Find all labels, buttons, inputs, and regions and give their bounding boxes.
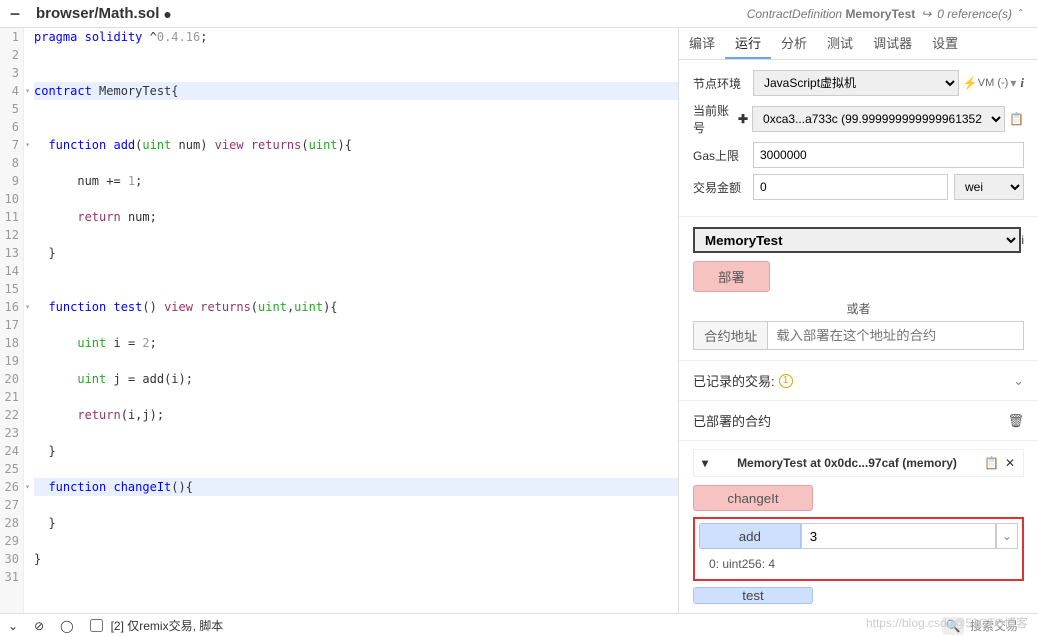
unsaved-indicator: ● <box>159 6 171 22</box>
transactions-title: 已记录的交易: <box>693 371 775 390</box>
at-address-input[interactable] <box>768 321 1024 350</box>
chevron-up-icon[interactable]: ˆ <box>1018 7 1022 21</box>
or-label: 或者 <box>693 300 1024 317</box>
gas-limit-input[interactable] <box>753 142 1024 168</box>
breadcrumb[interactable]: ContractDefinition MemoryTest ↪ 0 refere… <box>747 7 1038 21</box>
highlighted-call: add ⌄ 0: uint256: 4 <box>693 517 1024 581</box>
environment-section: 节点环境 JavaScript虚拟机 ⚡ VM (-) ▾ i 当前账号 ✚ 0… <box>679 60 1038 217</box>
listen-checkbox[interactable] <box>90 619 103 632</box>
add-input[interactable] <box>801 523 996 549</box>
chevron-down-icon[interactable]: ⌄ <box>1013 373 1024 389</box>
file-name[interactable]: browser/Math.sol <box>30 5 159 22</box>
arrow-right-icon: ↪ <box>921 7 931 21</box>
account-select[interactable]: 0xca3...a733c (99.999999999999961352 <box>752 106 1005 132</box>
breadcrumb-kind: ContractDefinition <box>747 7 842 21</box>
plug-icon[interactable]: ⚡ <box>963 76 978 90</box>
script-label: [2] 仅remix交易, 脚本 <box>111 617 224 634</box>
changeit-button[interactable]: changeIt <box>693 485 813 511</box>
at-address-button[interactable]: 合约地址 <box>693 321 768 350</box>
console-toggle-icon[interactable]: ⌄ <box>0 619 26 633</box>
deployed-header: 已部署的合约 🗑 <box>679 401 1038 441</box>
tab-编译[interactable]: 编译 <box>679 28 725 59</box>
add-button[interactable]: add <box>699 523 801 549</box>
deploy-section: MemoryTest i 部署 或者 合约地址 <box>679 217 1038 361</box>
line-gutter: 1234567891011121314151617181920212223242… <box>0 28 24 613</box>
breadcrumb-name: MemoryTest <box>845 7 915 21</box>
tab-测试[interactable]: 测试 <box>817 28 863 59</box>
editor-tab-bar: – browser/Math.sol ● ContractDefinition … <box>0 0 1038 28</box>
expand-icon[interactable]: ▾ <box>702 456 708 470</box>
transactions-count: 1 <box>779 374 793 388</box>
contract-select[interactable]: MemoryTest <box>693 227 1021 253</box>
copy-icon[interactable]: 📋 <box>984 456 999 470</box>
tab-调试器[interactable]: 调试器 <box>863 28 922 59</box>
close-icon[interactable]: ✕ <box>1005 456 1015 470</box>
info-icon[interactable]: i <box>1021 233 1024 247</box>
trash-icon[interactable]: 🗑 <box>1007 413 1024 429</box>
tab-设置[interactable]: 设置 <box>922 28 968 59</box>
env-select[interactable]: JavaScript虚拟机 <box>753 70 959 96</box>
reference-count: 0 reference(s) <box>937 7 1012 21</box>
copy-icon[interactable]: 📋 <box>1009 112 1024 126</box>
tab-运行[interactable]: 运行 <box>725 28 771 59</box>
vm-badge: VM (-) <box>978 77 1009 89</box>
label-env: 节点环境 <box>693 75 753 92</box>
deployed-title: 已部署的合约 <box>693 411 771 430</box>
plus-icon[interactable]: ✚ <box>738 112 748 126</box>
pending-icon[interactable]: ◯ <box>52 619 81 633</box>
code-body[interactable]: pragma solidity ^0.4.16;contract MemoryT… <box>24 28 678 613</box>
instance-header[interactable]: ▾ MemoryTest at 0x0dc...97caf (memory) 📋… <box>693 449 1024 477</box>
watermark: https://blog.csdn@51CTO博客 <box>866 614 1028 631</box>
label-gas: Gas上限 <box>693 147 753 164</box>
contract-instance: ▾ MemoryTest at 0x0dc...97caf (memory) 📋… <box>679 441 1038 613</box>
add-result: 0: uint256: 4 <box>699 553 1018 575</box>
tab-分析[interactable]: 分析 <box>771 28 817 59</box>
instance-title: MemoryTest at 0x0dc...97caf (memory) <box>716 456 978 470</box>
unit-select[interactable]: wei <box>954 174 1024 200</box>
label-value: 交易金额 <box>693 179 753 196</box>
clear-icon[interactable]: ⊘ <box>26 619 52 633</box>
expand-args-icon[interactable]: ⌄ <box>996 523 1018 549</box>
info-icon[interactable]: i <box>1020 75 1024 91</box>
code-editor[interactable]: 1234567891011121314151617181920212223242… <box>0 28 678 613</box>
value-input[interactable] <box>753 174 948 200</box>
deploy-button[interactable]: 部署 <box>693 261 770 292</box>
right-panel: 编译运行分析测试调试器设置 节点环境 JavaScript虚拟机 ⚡ VM (-… <box>678 28 1038 613</box>
label-account: 当前账号 <box>693 102 738 136</box>
panel-tabs: 编译运行分析测试调试器设置 <box>679 28 1038 60</box>
chevron-down-icon[interactable]: ▾ <box>1010 76 1016 90</box>
test-button[interactable]: test <box>693 587 813 604</box>
collapse-icon[interactable]: – <box>0 3 30 24</box>
transactions-header[interactable]: 已记录的交易: 1 ⌄ <box>679 361 1038 401</box>
